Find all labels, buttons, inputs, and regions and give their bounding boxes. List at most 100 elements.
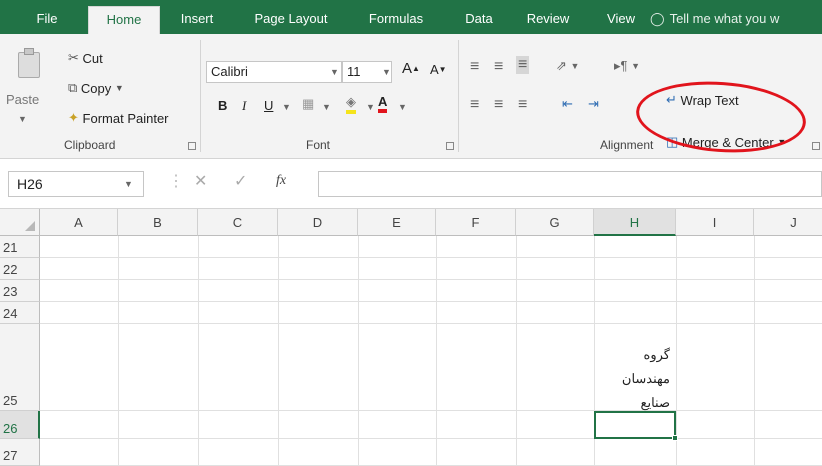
- paste-icon: [18, 52, 40, 78]
- tell-me-text: Tell me what you w: [669, 11, 780, 26]
- underline-dropdown-icon[interactable]: ▼: [282, 102, 291, 112]
- paste-clip-icon: [24, 48, 34, 55]
- cell-h25[interactable]: گروه مهندسان صنایع: [594, 343, 674, 415]
- select-all-button[interactable]: [0, 209, 40, 236]
- copy-icon: ⧉: [68, 80, 78, 95]
- paintbrush-icon: ✦: [68, 110, 79, 125]
- middle-align-button[interactable]: ≡: [494, 58, 503, 76]
- font-launcher-icon[interactable]: [446, 142, 454, 150]
- tell-me-search[interactable]: ◯ Tell me what you w: [650, 6, 779, 34]
- tab-insert[interactable]: Insert: [172, 6, 222, 34]
- name-box-dropdown-icon[interactable]: ▼: [124, 179, 133, 189]
- format-painter-label: Format Painter: [82, 110, 169, 126]
- formula-bar: H26 ▼ ⋮ ✕ ✓ fx: [0, 159, 822, 209]
- cancel-icon[interactable]: ✕: [194, 171, 207, 191]
- orientation-icon: ⇗: [556, 58, 567, 73]
- ribbon-home-panel: Paste ▼ ✂ Cut ⧉ Copy ▼ ✦ Format Painter …: [0, 34, 822, 159]
- column-header-g[interactable]: G: [516, 209, 594, 236]
- font-color-dropdown-icon[interactable]: ▼: [398, 102, 407, 112]
- row-header-27[interactable]: 27: [0, 439, 40, 466]
- top-align-button[interactable]: ≡: [470, 58, 479, 76]
- formula-bar-grip: ⋮: [168, 173, 184, 190]
- decrease-font-button[interactable]: A ▼: [430, 62, 447, 77]
- borders-icon: ▦: [302, 96, 315, 111]
- font-name-value: Calibri: [211, 64, 248, 79]
- fill-bucket-icon: ◈: [346, 94, 356, 114]
- row-gridline: [40, 257, 822, 258]
- column-gridline: [278, 236, 279, 466]
- tab-formulas[interactable]: Formulas: [358, 6, 434, 34]
- alignment-launcher-icon[interactable]: [812, 142, 820, 150]
- bottom-align-button[interactable]: ≡: [516, 56, 530, 74]
- cut-button[interactable]: ✂ Cut: [68, 50, 103, 66]
- fill-color-button[interactable]: ◈: [346, 94, 356, 114]
- column-header-i[interactable]: I: [676, 209, 754, 236]
- row-gridline: [40, 410, 822, 411]
- column-header-c[interactable]: C: [198, 209, 278, 236]
- copy-dropdown-icon: ▼: [114, 83, 124, 93]
- column-gridline: [516, 236, 517, 466]
- tab-view[interactable]: View: [598, 6, 644, 34]
- tab-file[interactable]: File: [24, 6, 70, 34]
- active-cell-h26[interactable]: [594, 411, 676, 439]
- font-size-dropdown-icon[interactable]: ▼: [382, 67, 391, 77]
- italic-button[interactable]: I: [242, 98, 246, 114]
- copy-button[interactable]: ⧉ Copy ▼: [68, 80, 124, 96]
- column-header-j[interactable]: J: [754, 209, 822, 236]
- increase-indent-button[interactable]: ⇥: [588, 96, 599, 112]
- row-header-25[interactable]: 25: [0, 324, 40, 411]
- paste-dropdown-icon[interactable]: ▼: [18, 114, 27, 124]
- tab-page-layout[interactable]: Page Layout: [244, 6, 338, 34]
- column-gridline: [118, 236, 119, 466]
- row-header-22[interactable]: 22: [0, 258, 40, 280]
- select-all-triangle-icon: [25, 221, 35, 231]
- decrease-indent-button[interactable]: ⇤: [562, 96, 573, 112]
- font-color-button[interactable]: A: [378, 94, 388, 113]
- column-gridline: [676, 236, 677, 466]
- column-header-a[interactable]: A: [40, 209, 118, 236]
- increase-font-button[interactable]: A ▲: [402, 60, 420, 77]
- underline-button[interactable]: U: [264, 98, 273, 113]
- align-right-button[interactable]: ≡: [518, 96, 527, 114]
- scissors-icon: ✂: [68, 50, 79, 65]
- row-header-21[interactable]: 21: [0, 236, 40, 258]
- group-divider: [458, 40, 459, 152]
- orientation-button[interactable]: ⇗ ▼: [556, 58, 579, 74]
- align-center-button[interactable]: ≡: [494, 96, 503, 114]
- column-header-b[interactable]: B: [118, 209, 198, 236]
- column-gridline: [436, 236, 437, 466]
- text-direction-dropdown-icon: ▼: [631, 61, 641, 71]
- column-header-h[interactable]: H: [594, 209, 676, 236]
- enter-check-icon[interactable]: ✓: [234, 171, 247, 191]
- row-gridline: [40, 279, 822, 280]
- text-direction-button[interactable]: ▸¶ ▼: [614, 58, 640, 74]
- font-name-dropdown-icon[interactable]: ▼: [330, 67, 339, 77]
- fill-color-dropdown-icon[interactable]: ▼: [366, 102, 375, 112]
- tab-home[interactable]: Home: [88, 6, 160, 34]
- tab-data[interactable]: Data: [456, 6, 502, 34]
- row-gridline: [40, 323, 822, 324]
- row-header-26[interactable]: 26: [0, 411, 40, 439]
- clipboard-launcher-icon[interactable]: [188, 142, 196, 150]
- column-gridline: [754, 236, 755, 466]
- bold-button[interactable]: B: [218, 98, 227, 113]
- column-header-f[interactable]: F: [436, 209, 516, 236]
- tab-review[interactable]: Review: [518, 6, 578, 34]
- row-header-24[interactable]: 24: [0, 302, 40, 324]
- format-painter-button[interactable]: ✦ Format Painter: [68, 110, 169, 126]
- font-name-select[interactable]: Calibri: [206, 61, 342, 83]
- fill-handle[interactable]: [672, 435, 678, 441]
- column-header-e[interactable]: E: [358, 209, 436, 236]
- paragraph-icon: ▸¶: [614, 58, 628, 73]
- borders-dropdown-icon[interactable]: ▼: [322, 102, 331, 112]
- spreadsheet-grid[interactable]: A B C D E F G H I J 21 22 23 24 25 26 27 گروه مهندسان صنایع: [0, 209, 822, 466]
- row-header-23[interactable]: 23: [0, 280, 40, 302]
- font-color-icon: A: [378, 94, 388, 113]
- align-left-button[interactable]: ≡: [470, 96, 479, 114]
- orientation-dropdown-icon: ▼: [570, 61, 580, 71]
- column-header-d[interactable]: D: [278, 209, 358, 236]
- insert-function-button[interactable]: fx: [276, 173, 286, 189]
- column-gridline: [198, 236, 199, 466]
- borders-button[interactable]: ▦: [302, 96, 314, 112]
- formula-input[interactable]: [318, 171, 822, 197]
